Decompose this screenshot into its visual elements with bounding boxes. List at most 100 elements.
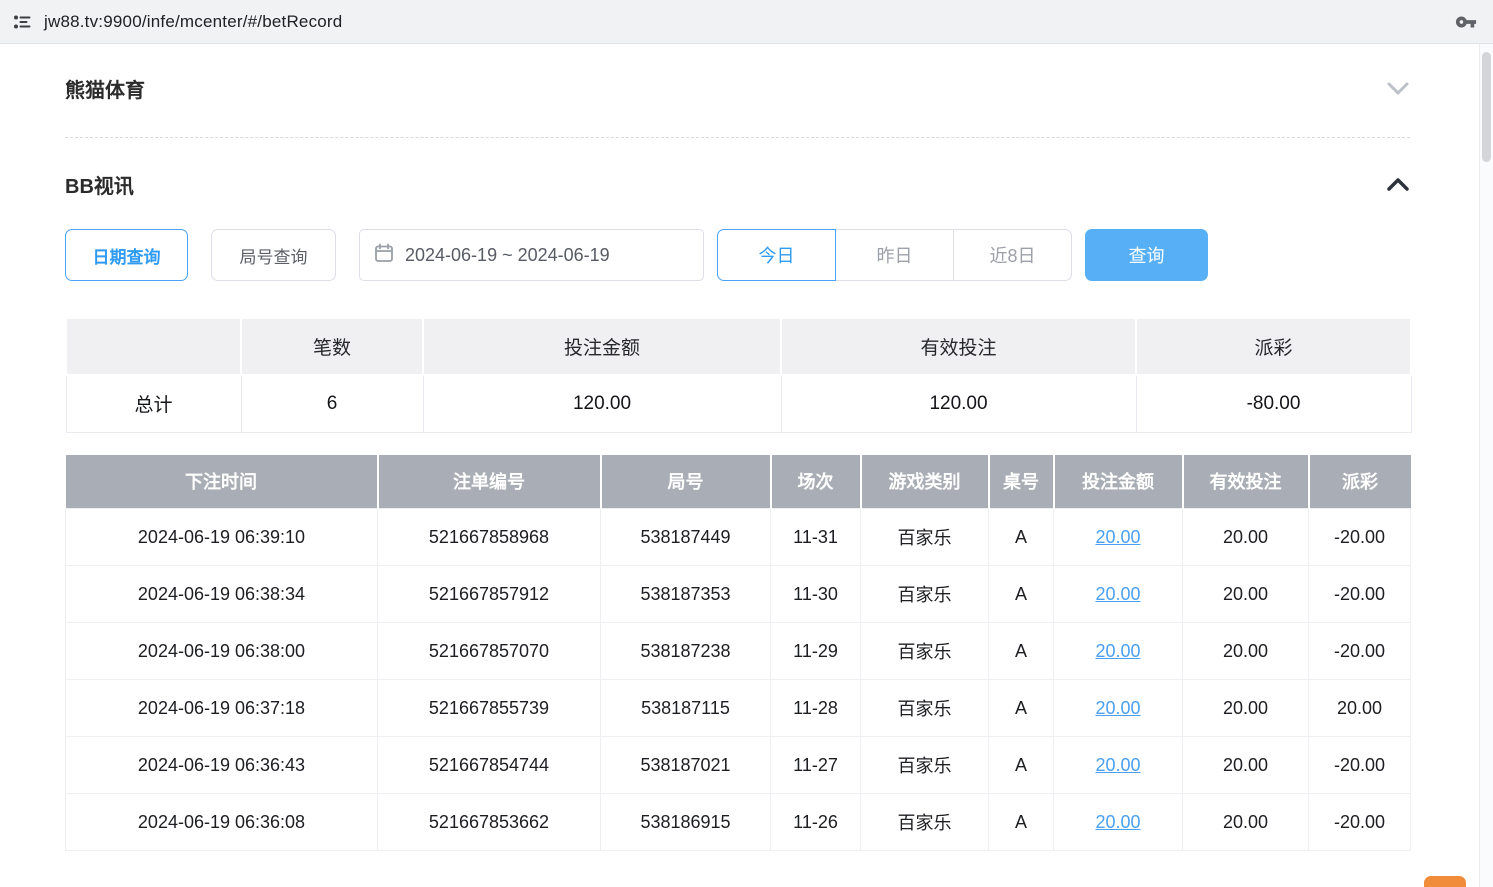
cell-bet-amount: 20.00	[1054, 509, 1183, 566]
scrollbar-thumb[interactable]	[1482, 52, 1491, 162]
bet-amount-link[interactable]: 20.00	[1095, 698, 1140, 718]
summary-table: 笔数 投注金额 有效投注 派彩 总计 6 120.00 120.00 -80.0…	[65, 317, 1412, 433]
table-row: 2024-06-19 06:38:00 521667857070 5381872…	[66, 623, 1411, 680]
cell-table-no: A	[989, 509, 1054, 566]
chevron-down-icon[interactable]	[1386, 81, 1410, 96]
bet-table-body: 2024-06-19 06:39:10 521667858968 5381874…	[66, 509, 1411, 851]
cell-game-type: 百家乐	[861, 623, 989, 680]
cell-bet-time: 2024-06-19 06:38:34	[66, 566, 378, 623]
bet-record-table: 下注时间 注单编号 局号 场次 游戏类别 桌号 投注金额 有效投注 派彩 202…	[65, 455, 1411, 852]
section-bb-video[interactable]: BB视讯	[65, 138, 1410, 199]
cell-valid-bet: 20.00	[1183, 623, 1309, 680]
cell-valid-bet: 20.00	[1183, 794, 1309, 851]
summary-total-row: 总计 6 120.00 120.00 -80.00	[66, 375, 1411, 432]
today-button[interactable]: 今日	[717, 229, 836, 281]
header-payout: 派彩	[1309, 455, 1411, 509]
search-button[interactable]: 查询	[1085, 229, 1208, 281]
summary-payout-value: -80.00	[1136, 375, 1411, 432]
header-bet-time: 下注时间	[66, 455, 378, 509]
cell-bet-time: 2024-06-19 06:37:18	[66, 680, 378, 737]
site-favicon-icon	[12, 12, 32, 32]
header-bet-id: 注单编号	[378, 455, 601, 509]
cell-session: 11-31	[771, 509, 861, 566]
cell-valid-bet: 20.00	[1183, 566, 1309, 623]
table-row: 2024-06-19 06:37:18 521667855739 5381871…	[66, 680, 1411, 737]
cell-bet-amount: 20.00	[1054, 680, 1183, 737]
yesterday-button[interactable]: 昨日	[835, 229, 954, 281]
bet-table-header-row: 下注时间 注单编号 局号 场次 游戏类别 桌号 投注金额 有效投注 派彩	[66, 455, 1411, 509]
cell-session: 11-26	[771, 794, 861, 851]
cell-table-no: A	[989, 794, 1054, 851]
bet-record-page: 熊猫体育 BB视讯 日期查询 局号查询 2024-06-19 ~ 202	[0, 44, 1493, 851]
cell-payout: -20.00	[1309, 509, 1411, 566]
date-range-value: 2024-06-19 ~ 2024-06-19	[405, 245, 610, 266]
cell-session: 11-27	[771, 737, 861, 794]
header-valid-bet: 有效投注	[1183, 455, 1309, 509]
password-key-icon[interactable]	[1455, 11, 1477, 33]
bet-amount-link[interactable]: 20.00	[1095, 812, 1140, 832]
date-query-tab[interactable]: 日期查询	[65, 229, 188, 281]
bb-section-title: BB视讯	[65, 170, 134, 199]
cell-game-type: 百家乐	[861, 509, 989, 566]
section-panda-sports[interactable]: 熊猫体育	[65, 44, 1410, 138]
cell-bet-time: 2024-06-19 06:39:10	[66, 509, 378, 566]
cell-valid-bet: 20.00	[1183, 737, 1309, 794]
cell-payout: -20.00	[1309, 737, 1411, 794]
cell-bet-id: 521667858968	[378, 509, 601, 566]
cell-table-no: A	[989, 623, 1054, 680]
header-session: 场次	[771, 455, 861, 509]
header-game-type: 游戏类别	[861, 455, 989, 509]
header-table-no: 桌号	[989, 455, 1054, 509]
round-query-tab[interactable]: 局号查询	[211, 229, 336, 281]
cell-bet-amount: 20.00	[1054, 623, 1183, 680]
summary-header-blank	[66, 318, 241, 375]
summary-header-valid-bet: 有效投注	[781, 318, 1136, 375]
cell-round-id: 538186915	[601, 794, 771, 851]
cell-bet-id: 521667853662	[378, 794, 601, 851]
cell-payout: 20.00	[1309, 680, 1411, 737]
url-field[interactable]: jw88.tv:9900/infe/mcenter/#/betRecord	[44, 12, 342, 32]
last8days-button[interactable]: 近8日	[953, 229, 1072, 281]
table-row: 2024-06-19 06:39:10 521667858968 5381874…	[66, 509, 1411, 566]
cell-bet-id: 521667857070	[378, 623, 601, 680]
header-bet-amount: 投注金额	[1054, 455, 1183, 509]
summary-count-value: 6	[241, 375, 423, 432]
date-range-picker[interactable]: 2024-06-19 ~ 2024-06-19	[359, 229, 704, 281]
bet-amount-link[interactable]: 20.00	[1095, 584, 1140, 604]
table-row: 2024-06-19 06:38:34 521667857912 5381873…	[66, 566, 1411, 623]
bet-amount-link[interactable]: 20.00	[1095, 755, 1140, 775]
page-scrollbar[interactable]	[1479, 44, 1493, 887]
cell-bet-time: 2024-06-19 06:36:08	[66, 794, 378, 851]
chevron-up-icon[interactable]	[1386, 177, 1410, 192]
calendar-icon	[374, 243, 394, 268]
bet-amount-link[interactable]: 20.00	[1095, 641, 1140, 661]
cell-round-id: 538187115	[601, 680, 771, 737]
floating-widget-button[interactable]	[1424, 876, 1466, 887]
cell-round-id: 538187353	[601, 566, 771, 623]
cell-round-id: 538187021	[601, 737, 771, 794]
cell-game-type: 百家乐	[861, 566, 989, 623]
cell-bet-id: 521667855739	[378, 680, 601, 737]
panda-section-title: 熊猫体育	[65, 74, 145, 103]
cell-bet-id: 521667854744	[378, 737, 601, 794]
cell-payout: -20.00	[1309, 623, 1411, 680]
cell-table-no: A	[989, 566, 1054, 623]
table-row: 2024-06-19 06:36:43 521667854744 5381870…	[66, 737, 1411, 794]
quick-range-group: 今日 昨日 近8日	[717, 229, 1072, 281]
summary-header-payout: 派彩	[1136, 318, 1411, 375]
cell-bet-amount: 20.00	[1054, 737, 1183, 794]
filter-bar: 日期查询 局号查询 2024-06-19 ~ 2024-06-19 今日 昨日 …	[65, 229, 1410, 281]
cell-table-no: A	[989, 680, 1054, 737]
cell-session: 11-30	[771, 566, 861, 623]
cell-bet-amount: 20.00	[1054, 794, 1183, 851]
table-row: 2024-06-19 06:36:08 521667853662 5381869…	[66, 794, 1411, 851]
summary-total-label: 总计	[66, 375, 241, 432]
cell-payout: -20.00	[1309, 566, 1411, 623]
cell-valid-bet: 20.00	[1183, 509, 1309, 566]
cell-session: 11-29	[771, 623, 861, 680]
cell-session: 11-28	[771, 680, 861, 737]
cell-table-no: A	[989, 737, 1054, 794]
bet-amount-link[interactable]: 20.00	[1095, 527, 1140, 547]
cell-bet-time: 2024-06-19 06:36:43	[66, 737, 378, 794]
cell-bet-id: 521667857912	[378, 566, 601, 623]
